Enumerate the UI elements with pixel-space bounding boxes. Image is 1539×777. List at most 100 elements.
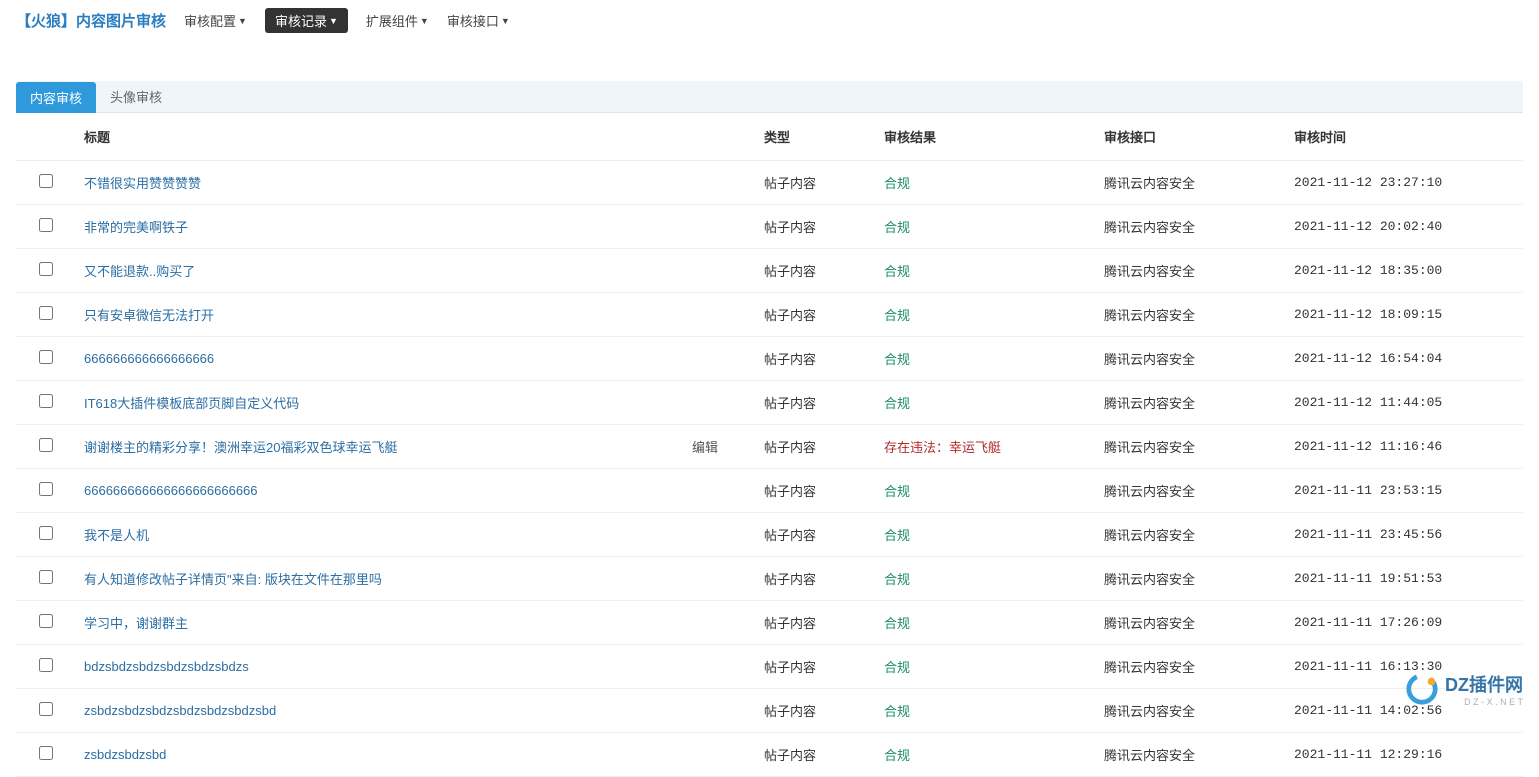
- row-checkbox[interactable]: [39, 702, 53, 716]
- nav-label: 审核接口: [447, 11, 499, 30]
- row-checkbox[interactable]: [39, 614, 53, 628]
- col-api-header: 审核接口: [1096, 113, 1286, 161]
- api-cell: 腾讯云内容安全: [1096, 601, 1286, 645]
- row-checkbox[interactable]: [39, 306, 53, 320]
- chevron-down-icon: ▼: [329, 16, 338, 26]
- col-type-header: 类型: [756, 113, 876, 161]
- table-row: zsbdzsbdzsbd帖子内容合规腾讯云内容安全2021-11-11 12:2…: [16, 733, 1523, 777]
- title-link[interactable]: 666666666666666666666666: [84, 483, 258, 498]
- nav-label: 审核配置: [184, 11, 236, 30]
- time-cell: 2021-11-12 18:09:15: [1286, 293, 1523, 337]
- row-checkbox[interactable]: [39, 174, 53, 188]
- api-cell: 腾讯云内容安全: [1096, 425, 1286, 469]
- result-text: 合规: [884, 308, 910, 323]
- type-cell: 帖子内容: [756, 689, 876, 733]
- row-checkbox[interactable]: [39, 658, 53, 672]
- type-cell: 帖子内容: [756, 469, 876, 513]
- title-link[interactable]: 只有安卓微信无法打开: [84, 308, 214, 323]
- col-check-header: [16, 113, 76, 161]
- row-checkbox[interactable]: [39, 570, 53, 584]
- watermark-sub: D Z - X . N E T: [1445, 697, 1523, 707]
- title-link[interactable]: IT618大插件模板底部页脚自定义代码: [84, 396, 299, 411]
- title-link[interactable]: 又不能退款..购买了: [84, 264, 195, 279]
- col-time-header: 审核时间: [1286, 113, 1523, 161]
- row-checkbox[interactable]: [39, 438, 53, 452]
- type-cell: 帖子内容: [756, 381, 876, 425]
- edit-link[interactable]: 编辑: [692, 437, 718, 456]
- type-cell: 帖子内容: [756, 513, 876, 557]
- time-cell: 2021-11-12 11:16:46: [1286, 425, 1523, 469]
- watermark-icon: [1405, 672, 1439, 706]
- nav-item-3[interactable]: 审核接口 ▼: [447, 11, 510, 30]
- tab-0[interactable]: 内容审核: [16, 82, 96, 113]
- nav-item-1[interactable]: 审核记录 ▼: [265, 8, 348, 33]
- row-checkbox[interactable]: [39, 394, 53, 408]
- table-row: 非常的完美啊铁子帖子内容合规腾讯云内容安全2021-11-12 20:02:40: [16, 205, 1523, 249]
- chevron-down-icon: ▼: [238, 16, 247, 26]
- title-link[interactable]: 学习中，谢谢群主: [84, 616, 188, 631]
- title-link[interactable]: 666666666666666666: [84, 351, 214, 366]
- title-link[interactable]: 谢谢楼主的精彩分享！澳洲幸运20福彩双色球幸运飞艇: [84, 440, 397, 455]
- chevron-down-icon: ▼: [420, 16, 429, 26]
- type-cell: 帖子内容: [756, 293, 876, 337]
- type-cell: 帖子内容: [756, 733, 876, 777]
- result-text: 合规: [884, 352, 910, 367]
- brand-title: 【火狼】内容图片审核: [16, 10, 166, 31]
- nav-label: 扩展组件: [366, 11, 418, 30]
- watermark-text: DZ插件网: [1445, 675, 1523, 695]
- type-cell: 帖子内容: [756, 425, 876, 469]
- chevron-down-icon: ▼: [501, 16, 510, 26]
- title-link[interactable]: 非常的完美啊铁子: [84, 220, 188, 235]
- nav-item-2[interactable]: 扩展组件 ▼: [366, 11, 429, 30]
- watermark: DZ插件网 D Z - X . N E T: [1405, 671, 1523, 707]
- time-cell: 2021-11-12 20:02:40: [1286, 205, 1523, 249]
- table-row: 我不是人机 帖子内容合规 腾讯云内容安全2021-11-11 23:45:56: [16, 513, 1523, 557]
- table-row: 有人知道修改帖子详情页"来自: 版块在文件在那里吗帖子内容合规腾讯云内容安全20…: [16, 557, 1523, 601]
- result-text: 合规: [884, 748, 910, 763]
- row-checkbox[interactable]: [39, 218, 53, 232]
- time-cell: 2021-11-11 23:45:56: [1286, 513, 1523, 557]
- api-cell: 腾讯云内容安全: [1096, 513, 1286, 557]
- table-row: 666666666666666666666666 帖子内容合规 腾讯云内容安全202…: [16, 469, 1523, 513]
- col-result-header: 审核结果: [876, 113, 1096, 161]
- time-cell: 2021-11-12 11:44:05: [1286, 381, 1523, 425]
- row-checkbox[interactable]: [39, 526, 53, 540]
- table-row: 又不能退款..购买了帖子内容合规腾讯云内容安全2021-11-12 18:35:…: [16, 249, 1523, 293]
- result-text: 合规: [884, 484, 910, 499]
- table-row: 学习中，谢谢群主帖子内容合规腾讯云内容安全2021-11-11 17:26:09: [16, 601, 1523, 645]
- time-cell: 2021-11-11 17:26:09: [1286, 601, 1523, 645]
- api-cell: 腾讯云内容安全: [1096, 337, 1286, 381]
- type-cell: 帖子内容: [756, 249, 876, 293]
- type-cell: 帖子内容: [756, 161, 876, 205]
- api-cell: 腾讯云内容安全: [1096, 689, 1286, 733]
- result-text: 合规: [884, 616, 910, 631]
- result-text: 合规: [884, 660, 910, 675]
- api-cell: 腾讯云内容安全: [1096, 557, 1286, 601]
- row-checkbox[interactable]: [39, 482, 53, 496]
- result-text: 合规: [884, 528, 910, 543]
- title-link[interactable]: zsbdzsbdzsbd: [84, 747, 166, 762]
- title-link[interactable]: 不错很实用赞赞赞赞: [84, 176, 201, 191]
- type-cell: 帖子内容: [756, 557, 876, 601]
- time-cell: 2021-11-11 23:53:15: [1286, 469, 1523, 513]
- row-checkbox[interactable]: [39, 262, 53, 276]
- api-cell: 腾讯云内容安全: [1096, 161, 1286, 205]
- result-text: 合规: [884, 176, 910, 191]
- title-link[interactable]: 我不是人机: [84, 528, 149, 543]
- type-cell: 帖子内容: [756, 205, 876, 249]
- result-text: 合规: [884, 264, 910, 279]
- title-link[interactable]: zsbdzsbdzsbdzsbdzsbdzsbdzsbd: [84, 703, 276, 718]
- title-link[interactable]: 有人知道修改帖子详情页"来自: 版块在文件在那里吗: [84, 572, 382, 587]
- table-row: zsbdzsbdzsbdzsbdzsbdzsbdzsbd帖子内容合规腾讯云内容安…: [16, 689, 1523, 733]
- time-cell: 2021-11-12 23:27:10: [1286, 161, 1523, 205]
- api-cell: 腾讯云内容安全: [1096, 469, 1286, 513]
- nav-item-0[interactable]: 审核配置 ▼: [184, 11, 247, 30]
- row-checkbox[interactable]: [39, 746, 53, 760]
- row-checkbox[interactable]: [39, 350, 53, 364]
- table-row: IT618大插件模板底部页脚自定义代码帖子内容合规腾讯云内容安全2021-11-…: [16, 381, 1523, 425]
- time-cell: 2021-11-11 19:51:53: [1286, 557, 1523, 601]
- top-nav: 【火狼】内容图片审核 审核配置 ▼审核记录 ▼扩展组件 ▼审核接口 ▼: [0, 0, 1539, 41]
- title-link[interactable]: bdzsbdzsbdzsbdzsbdzsbdzs: [84, 659, 249, 674]
- table-row: 666666666666666666帖子内容合规腾讯云内容安全2021-11-1…: [16, 337, 1523, 381]
- tab-1[interactable]: 头像审核: [96, 81, 176, 112]
